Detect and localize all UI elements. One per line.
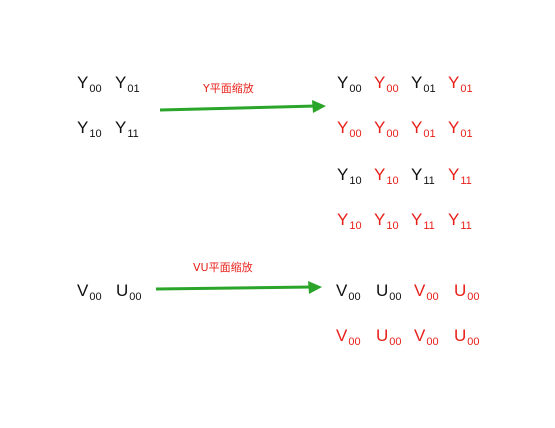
component-letter: Y bbox=[448, 165, 460, 184]
component-index: 00 bbox=[386, 83, 399, 95]
y-section-target-cell: Y00 bbox=[374, 73, 399, 95]
vu-section-target-cell: U00 bbox=[376, 281, 402, 303]
vu-plane-arrow-head bbox=[308, 281, 322, 294]
component-letter: Y bbox=[448, 210, 460, 229]
component-letter: V bbox=[77, 281, 89, 300]
component-letter: U bbox=[376, 326, 389, 345]
component-letter: Y bbox=[448, 73, 460, 92]
vu-section-source-cell: U00 bbox=[116, 281, 142, 303]
component-letter: Y bbox=[77, 73, 89, 92]
component-index: 00 bbox=[467, 291, 480, 303]
component-index: 00 bbox=[386, 128, 399, 140]
component-index: 00 bbox=[348, 336, 361, 348]
component-index: 00 bbox=[349, 83, 362, 95]
component-letter: U bbox=[116, 281, 129, 300]
y-section-target-cell: Y10 bbox=[374, 165, 399, 187]
y-section-target-cell: Y11 bbox=[448, 210, 472, 232]
component-letter: V bbox=[336, 281, 348, 300]
y-section-target-cell: Y10 bbox=[337, 165, 362, 187]
component-index: 11 bbox=[423, 175, 435, 187]
component-index: 00 bbox=[426, 336, 439, 348]
vu-section-target-cell: U00 bbox=[376, 326, 402, 348]
vu-section-target-cell: V00 bbox=[336, 326, 361, 348]
vu-section-target-cell: U00 bbox=[454, 281, 480, 303]
component-index: 10 bbox=[349, 175, 362, 187]
y-plane-arrow-head bbox=[312, 100, 326, 113]
component-index: 11 bbox=[423, 220, 435, 232]
vu-section-target-cell: V00 bbox=[336, 281, 361, 303]
component-letter: Y bbox=[411, 118, 423, 137]
y-section-source-cell: Y11 bbox=[115, 118, 139, 140]
component-index: 01 bbox=[127, 83, 140, 95]
component-letter: Y bbox=[411, 165, 423, 184]
component-index: 01 bbox=[423, 83, 436, 95]
y-section-target-cell: Y01 bbox=[411, 118, 436, 140]
vu-section-target-cell: U00 bbox=[454, 326, 480, 348]
y-section-target-cell: Y00 bbox=[374, 118, 399, 140]
vu-plane-arrow bbox=[155, 281, 322, 294]
y-section-target-cell: Y00 bbox=[337, 73, 362, 95]
y-section-target-cell: Y11 bbox=[411, 165, 435, 187]
y-section-source-cell: Y01 bbox=[115, 73, 140, 95]
component-index: 10 bbox=[349, 220, 362, 232]
component-index: 00 bbox=[129, 291, 142, 303]
component-letter: Y bbox=[374, 73, 386, 92]
component-letter: Y bbox=[374, 118, 386, 137]
vu-section-target-cell: V00 bbox=[414, 281, 439, 303]
component-index: 10 bbox=[89, 128, 102, 140]
component-index: 00 bbox=[467, 336, 480, 348]
component-letter: Y bbox=[374, 210, 386, 229]
component-letter: Y bbox=[337, 73, 349, 92]
component-index: 00 bbox=[426, 291, 439, 303]
component-index: 00 bbox=[389, 336, 402, 348]
component-letter: V bbox=[414, 281, 426, 300]
y-plane-arrow bbox=[159, 100, 326, 113]
component-letter: Y bbox=[374, 165, 386, 184]
component-letter: Y bbox=[115, 73, 127, 92]
y-section-target-cell: Y11 bbox=[411, 210, 435, 232]
y-section-target-cell: Y01 bbox=[448, 73, 473, 95]
component-index: 11 bbox=[460, 175, 472, 187]
vu-plane-arrow-shaft bbox=[155, 285, 313, 291]
component-index: 00 bbox=[389, 291, 402, 303]
component-letter: Y bbox=[411, 73, 423, 92]
y-section-target-cell: Y01 bbox=[411, 73, 436, 95]
component-letter: U bbox=[454, 326, 467, 345]
component-letter: Y bbox=[77, 118, 89, 137]
y-section-target-cell: Y10 bbox=[337, 210, 362, 232]
component-index: 10 bbox=[386, 220, 399, 232]
component-index: 00 bbox=[89, 83, 102, 95]
component-letter: Y bbox=[115, 118, 127, 137]
component-index: 11 bbox=[460, 220, 472, 232]
component-index: 11 bbox=[127, 128, 139, 140]
component-letter: Y bbox=[448, 118, 460, 137]
component-letter: V bbox=[414, 326, 426, 345]
vu-plane-arrow-label: VU平面缩放 bbox=[193, 261, 253, 274]
y-plane-arrow-label: Y平面缩放 bbox=[203, 82, 254, 95]
component-index: 00 bbox=[89, 291, 102, 303]
y-section-target-cell: Y01 bbox=[448, 118, 473, 140]
component-letter: U bbox=[376, 281, 389, 300]
plane-scaling-diagram: Y00 Y01 Y10 Y11 Y00 Y00 Y01 Y01 Y00 Y00 Y01 Y01 Y10 Y… bbox=[0, 0, 555, 428]
component-index: 01 bbox=[423, 128, 436, 140]
y-section-source-cell: Y10 bbox=[77, 118, 102, 140]
component-index: 01 bbox=[460, 83, 473, 95]
vu-section-source-cell: V00 bbox=[77, 281, 102, 303]
y-section-target-cell: Y00 bbox=[337, 118, 362, 140]
component-index: 10 bbox=[386, 175, 399, 187]
component-letter: V bbox=[336, 326, 348, 345]
component-letter: Y bbox=[337, 118, 349, 137]
component-index: 00 bbox=[349, 128, 362, 140]
y-plane-arrow-shaft bbox=[159, 104, 317, 112]
component-letter: Y bbox=[337, 210, 349, 229]
y-section-target-cell: Y10 bbox=[374, 210, 399, 232]
component-letter: U bbox=[454, 281, 467, 300]
vu-section-target-cell: V00 bbox=[414, 326, 439, 348]
y-section-target-cell: Y11 bbox=[448, 165, 472, 187]
component-letter: Y bbox=[411, 210, 423, 229]
y-section-source-cell: Y00 bbox=[77, 73, 102, 95]
component-index: 00 bbox=[348, 291, 361, 303]
component-index: 01 bbox=[460, 128, 473, 140]
component-letter: Y bbox=[337, 165, 349, 184]
